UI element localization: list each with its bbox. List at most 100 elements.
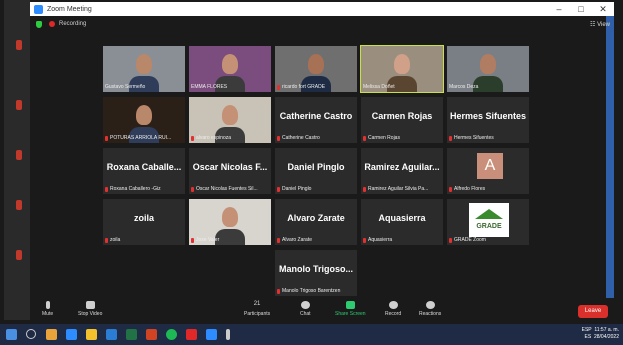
participant-tile[interactable]: Aquasierra Aquasierra [361,199,443,245]
participant-tile[interactable]: Daniel Pinglo Daniel Pinglo [275,148,357,194]
spotify-icon[interactable] [166,329,177,340]
search-icon[interactable] [26,329,36,339]
bg-app-icon [16,40,22,50]
participant-tile[interactable]: Roxana Caballe... Roxana Caballero -Giz [103,148,185,194]
participants-count: 21 [253,301,261,307]
participant-tile[interactable]: A Alfredo Flores [447,148,529,194]
participant-face [222,54,238,74]
muted-mic-icon [363,237,366,243]
maximize-button[interactable]: □ [570,2,592,16]
share-screen-icon [345,301,355,309]
participant-tile[interactable]: Gustavo Sermeño [103,46,185,92]
participant-name: Carmen Rojas [368,135,400,141]
recording-label: Recording [59,21,87,27]
participant-name-label: Ramirez Aguilar Silvia Pa... [363,186,428,192]
participant-name: EMMA FLORES [191,84,228,90]
minimize-button[interactable]: – [548,2,570,16]
participant-tile[interactable]: Manolo Trigoso... Manolo Trigoso Barentze… [275,250,357,296]
logo-text: GRADE [476,223,502,230]
tray-row-1: ESP 11:57 a. m. [582,327,619,334]
microphone-icon [45,301,50,309]
mute-label: Mute [42,311,54,317]
muted-mic-icon [449,237,452,243]
stop-video-button[interactable]: Stop Video [78,301,102,317]
system-tray: ESP 11:57 a. m. ES 28/04/2022 [582,327,619,341]
participant-tile[interactable]: EMMA FLORES [189,46,271,92]
muted-mic-icon [363,135,366,141]
tray-icon[interactable] [226,329,230,340]
chrome-icon[interactable] [46,329,57,340]
participant-tile[interactable]: GRADE GRADE Zoom [447,199,529,245]
participant-tile[interactable]: Catherine Castro Catherine Castro [275,97,357,143]
participant-name: POTURAS ARRIOLA RUI... [110,135,172,141]
mute-button[interactable]: Mute [42,301,53,317]
chat-button[interactable]: Chat [300,301,311,317]
security-shield-icon[interactable] [36,20,42,28]
participant-display-name: Roxana Caballe... [106,162,182,172]
participant-tile[interactable]: Carmen Rojas Carmen Rojas [361,97,443,143]
participant-tile[interactable]: Alvaro Zarate Alvaro Zarate [275,199,357,245]
grade-logo: GRADE [469,203,509,237]
participant-face [222,207,238,227]
participant-name-label: Alvaro Zarate [277,237,312,243]
participant-name-label: Gustavo Sermeño [105,84,145,90]
zoom-logo-icon [34,4,43,14]
participant-name-label: Daniel Pinglo [277,186,311,192]
zoom-active-icon[interactable] [206,329,217,340]
folder-icon[interactable] [86,329,97,340]
windows-taskbar: ESP 11:57 a. m. ES 28/04/2022 [0,324,623,345]
logo-mountain-icon [475,209,503,219]
muted-mic-icon [191,135,194,141]
participant-tile[interactable]: Oscar Nicolas F... Oscar Nicolas Fuentes … [189,148,271,194]
muted-mic-icon [449,135,452,141]
share-screen-label: Share Screen [335,311,366,317]
participant-name: Alfredo Flores [454,186,486,192]
participant-display-name: zoila [133,213,154,223]
lang2-label: ES [584,334,592,340]
record-button[interactable]: Record [385,301,401,317]
participant-name: Catherine Castro [282,135,320,141]
excel-icon[interactable] [126,329,137,340]
participant-name: ricardo fort GRADE [282,84,326,90]
powerpoint-icon[interactable] [146,329,157,340]
participant-tile[interactable]: alvaro espinoza [189,97,271,143]
word-icon[interactable] [106,329,117,340]
participant-tile[interactable]: Melissa Doñet [360,45,444,93]
participant-name: Gustavo Sermeño [105,84,146,90]
participant-name-label: Melissa Doñet [363,84,395,90]
participant-display-name: Ramirez Aguilar... [364,162,440,172]
participant-tile[interactable]: Jose Valer [189,199,271,245]
participant-name-label: ricardo fort GRADE [277,84,325,90]
leave-button[interactable]: Leave [578,305,608,318]
bg-app-icon [16,200,22,210]
view-button[interactable]: ☷ View [590,21,610,28]
participant-tile[interactable]: ricardo fort GRADE [275,46,357,92]
participant-face [136,105,152,125]
participant-name: zoila [110,237,121,243]
participant-tile[interactable]: Hermes Sifuentes Hermes Sifuentes [447,97,529,143]
zoom-taskbar-icon[interactable] [66,329,77,340]
participant-name: Oscar Nicolas Fuentes Sil... [196,186,258,192]
reactions-button[interactable]: Reactions [419,301,441,317]
pdf-icon[interactable] [186,329,197,340]
participant-name-label: Carmen Rojas [363,135,400,141]
participants-button[interactable]: 21 Participants [244,301,270,317]
participant-name-label: alvaro espinoza [191,135,231,141]
participant-name: Alvaro Zarate [282,237,313,243]
close-button[interactable]: ✕ [592,2,614,16]
participant-face [136,54,152,74]
participant-display-name: Daniel Pinglo [287,162,345,172]
participant-name: Marcos Deza [449,84,479,90]
stop-video-label: Stop Video [78,311,103,317]
participant-name-label: Hermes Sifuentes [449,135,494,141]
participant-tile[interactable]: zoila zoila [103,199,185,245]
start-menu-icon[interactable] [6,329,17,340]
participant-tile[interactable]: POTURAS ARRIOLA RUI... [103,97,185,143]
participant-tile[interactable]: Marcos Deza [447,46,529,92]
participant-display-name: Manolo Trigoso... [279,264,353,274]
chat-icon [300,301,310,309]
participant-name: Jose Valer [196,237,220,243]
share-screen-button[interactable]: Share Screen [335,301,366,317]
participant-tile[interactable]: Ramirez Aguilar... Ramirez Aguilar Silvia… [361,148,443,194]
participant-name: Melissa Doñet [363,84,395,90]
